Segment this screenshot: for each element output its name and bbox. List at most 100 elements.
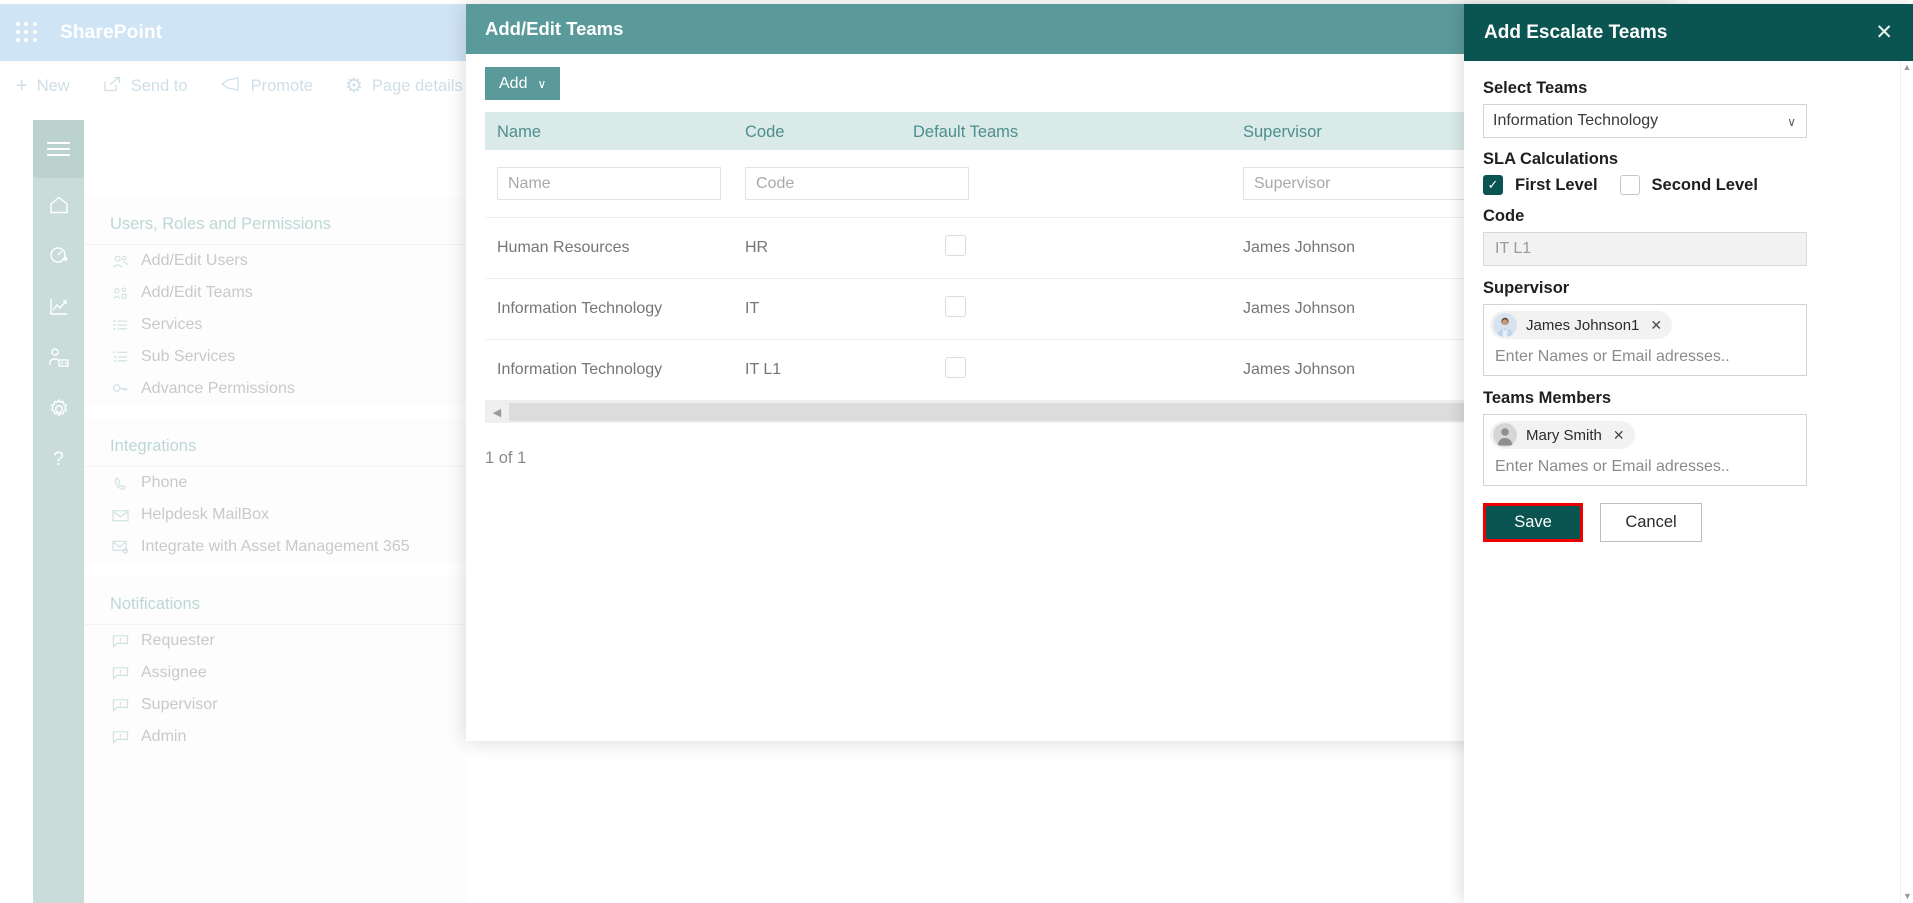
sidebar-item-phone[interactable]: Phone	[84, 467, 466, 499]
second-level-label: Second Level	[1651, 175, 1758, 194]
supervisor-placeholder[interactable]: Enter Names or Email adresses..	[1490, 343, 1800, 369]
help-question-icon[interactable]: ?	[33, 435, 84, 484]
send-to-command[interactable]: Send to	[86, 61, 204, 111]
notification-icon	[110, 698, 130, 712]
add-button[interactable]: Add ∨	[485, 67, 561, 100]
team-members-people-picker[interactable]: Mary Smith ✕ Enter Names or Email adress…	[1483, 414, 1807, 486]
second-level-checkbox[interactable]	[1619, 175, 1640, 195]
sidebar-item-add-edit-teams[interactable]: Add/Edit Teams	[84, 277, 466, 309]
home-icon[interactable]	[33, 180, 84, 229]
sidebar-item-requester[interactable]: Requester	[84, 625, 466, 657]
filter-input-name[interactable]	[497, 167, 721, 200]
team-members-label: Teams Members	[1483, 389, 1612, 407]
first-level-checkbox[interactable]: ✓	[1483, 175, 1503, 195]
team-member-pill[interactable]: Mary Smith ✕	[1490, 421, 1635, 449]
hamburger-icon[interactable]	[33, 120, 84, 178]
user-management-icon[interactable]	[33, 333, 84, 382]
sidebar-label: Assignee	[141, 664, 207, 681]
cell-code: HR	[733, 217, 901, 279]
column-header-name[interactable]: Name	[485, 112, 733, 150]
filter-cell-code	[733, 150, 969, 218]
code-value: IT L1	[1495, 240, 1532, 257]
close-icon[interactable]: ✕	[1875, 22, 1893, 43]
check-icon: ✓	[1487, 177, 1499, 192]
sidebar-item-add-edit-users[interactable]: Add/Edit Users	[84, 245, 466, 277]
promote-command[interactable]: Promote	[204, 61, 329, 111]
cell-code: IT L1	[733, 339, 901, 401]
promote-label: Promote	[250, 76, 313, 95]
sidebar-item-assignee[interactable]: Assignee	[84, 657, 466, 689]
sla-options: ✓ First Level Second Level	[1483, 175, 1891, 195]
sharepoint-brand[interactable]: SharePoint	[60, 22, 162, 44]
sidebar-item-integrate-asset-management[interactable]: Integrate with Asset Management 365	[84, 531, 466, 563]
page-details-command[interactable]: ⚙ Page details	[329, 61, 479, 111]
analytics-icon[interactable]	[33, 282, 84, 331]
remove-team-member-icon[interactable]: ✕	[1613, 427, 1625, 444]
supervisor-label: Supervisor	[1483, 279, 1570, 297]
sla-calculations-label: SLA Calculations	[1483, 150, 1619, 168]
code-input[interactable]: IT L1	[1483, 232, 1807, 266]
sidebar-label: Services	[141, 316, 203, 333]
supervisor-pill-name: James Johnson1	[1526, 316, 1640, 334]
settings-gear-icon[interactable]	[33, 384, 84, 433]
section-title-integrations: Integrations	[84, 419, 466, 467]
filter-cell-name	[485, 150, 733, 218]
filter-input-code[interactable]	[745, 167, 969, 200]
scroll-left-arrow-icon[interactable]: ◀	[485, 406, 509, 419]
users-icon	[110, 254, 130, 269]
sidebar-label: Phone	[141, 474, 188, 491]
select-teams-dropdown[interactable]: Information Technology ∨	[1483, 104, 1807, 138]
first-level-label: First Level	[1515, 175, 1598, 194]
default-team-checkbox[interactable]	[945, 235, 966, 256]
envelope-gear-icon	[110, 540, 130, 554]
team-members-placeholder[interactable]: Enter Names or Email adresses..	[1490, 453, 1800, 479]
scroll-down-arrow-icon[interactable]: ▼	[1901, 890, 1913, 903]
select-teams-label: Select Teams	[1483, 79, 1588, 97]
key-icon	[110, 382, 130, 396]
section-title-notifications: Notifications	[84, 577, 466, 625]
cell-name: Information Technology	[485, 278, 733, 340]
panel-body: Select Teams Information Technology ∨ SL…	[1464, 61, 1913, 542]
cell-name: Human Resources	[485, 217, 733, 279]
select-teams-value[interactable]: Information Technology	[1483, 104, 1807, 138]
default-team-checkbox[interactable]	[945, 357, 966, 378]
modal-title: Add/Edit Teams	[485, 18, 624, 39]
save-button[interactable]: Save	[1486, 506, 1580, 539]
sidebar-item-services[interactable]: Services	[84, 309, 466, 341]
default-team-checkbox[interactable]	[945, 296, 966, 317]
plus-icon: +	[16, 75, 28, 97]
megaphone-icon	[220, 76, 242, 96]
remove-supervisor-icon[interactable]: ✕	[1650, 317, 1662, 334]
sidebar-item-sub-services[interactable]: Sub Services	[84, 341, 466, 373]
team-icon	[110, 286, 130, 301]
app-icon-rail: ?	[33, 120, 84, 903]
app-launcher-icon[interactable]	[16, 21, 38, 44]
sidebar-item-advance-permissions[interactable]: Advance Permissions	[84, 373, 466, 405]
new-label: New	[36, 76, 70, 95]
supervisor-people-picker[interactable]: James Johnson1 ✕ Enter Names or Email ad…	[1483, 304, 1807, 376]
send-to-label: Send to	[130, 76, 188, 95]
sidebar-item-admin[interactable]: Admin	[84, 721, 466, 753]
add-escalate-teams-panel: Add Escalate Teams ✕ ▲ ▼ Select Teams In…	[1464, 4, 1913, 903]
phone-icon	[110, 476, 130, 491]
photo-avatar	[1493, 313, 1517, 337]
column-header-default-teams[interactable]: Default Teams	[901, 112, 1231, 150]
supervisor-pill[interactable]: James Johnson1 ✕	[1490, 311, 1673, 339]
filter-input-supervisor[interactable]	[1243, 167, 1467, 200]
sidebar-label: Requester	[141, 632, 215, 649]
dashboard-icon[interactable]	[33, 231, 84, 280]
new-command[interactable]: + New	[0, 61, 86, 111]
cell-default-team	[901, 217, 1231, 279]
cancel-button[interactable]: Cancel	[1600, 503, 1702, 542]
list-icon	[110, 318, 130, 332]
sidebar-label: Supervisor	[141, 696, 218, 713]
page-details-label: Page details	[371, 76, 463, 95]
sidebar-item-helpdesk-mailbox[interactable]: Helpdesk MailBox	[84, 499, 466, 531]
column-header-code[interactable]: Code	[733, 112, 901, 150]
envelope-icon	[110, 509, 130, 522]
sidebar-label: Helpdesk MailBox	[141, 506, 270, 523]
sidebar-item-supervisor[interactable]: Supervisor	[84, 689, 466, 721]
save-button-highlight: Save	[1483, 503, 1583, 542]
cell-default-team	[901, 278, 1231, 340]
add-button-label: Add	[499, 74, 528, 92]
